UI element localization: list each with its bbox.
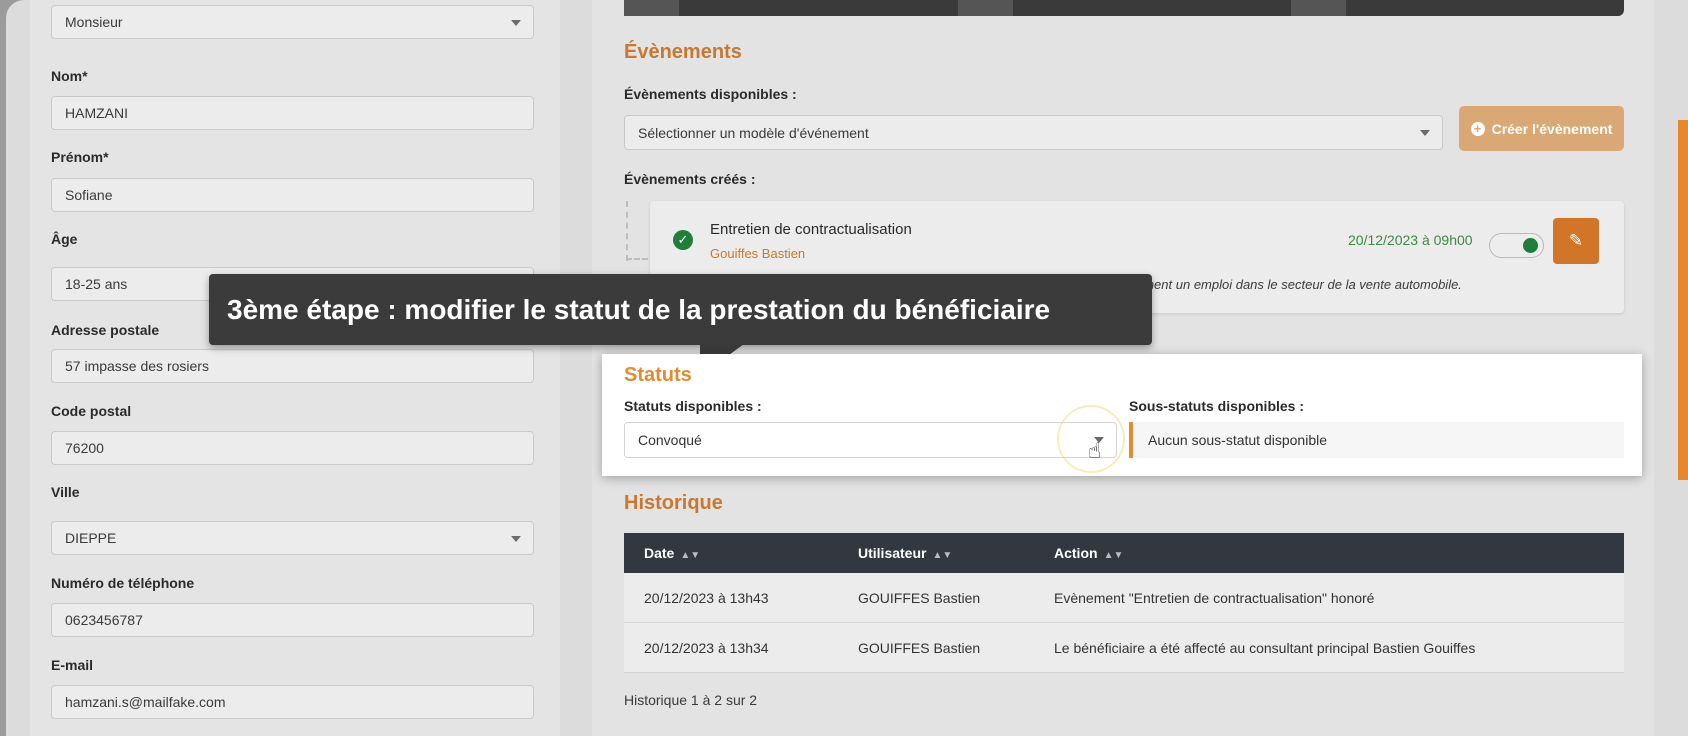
status-selected-value: Convoqué (638, 432, 702, 448)
tab-icon-2[interactable] (958, 0, 1013, 16)
create-event-label: Créer l'évènement (1491, 120, 1613, 137)
phone-value: 0623456787 (65, 612, 143, 628)
event-datetime: 20/12/2023 à 09h00 (1348, 232, 1473, 248)
age-value: 18-25 ans (65, 276, 128, 292)
phone-label: Numéro de téléphone (51, 575, 195, 591)
chevron-down-icon (1420, 130, 1430, 136)
prenom-field[interactable]: Sofiane (51, 178, 534, 212)
civility-value: Monsieur (65, 14, 123, 30)
sort-icon: ▲▼ (680, 550, 701, 561)
email-field[interactable]: hamzani.s@mailfake.com (51, 685, 534, 719)
history-title: Historique (624, 492, 723, 514)
statuts-title: Statuts (624, 364, 692, 386)
sub-status-box: Aucun sous-statut disponible (1129, 422, 1624, 458)
age-label: Âge (51, 231, 78, 247)
event-template-placeholder: Sélectionner un modèle d'événement (638, 124, 869, 141)
cell-action: Le bénéficiaire a été affecté au consult… (1054, 640, 1476, 656)
event-title: Entretien de contractualisation (710, 221, 912, 238)
nom-value: HAMZANI (65, 105, 128, 121)
chevron-down-icon (511, 20, 521, 26)
email-label: E-mail (51, 657, 94, 673)
email-value: hamzani.s@mailfake.com (65, 694, 226, 710)
postal-code-label: Code postal (51, 403, 132, 419)
cell-date: 20/12/2023 à 13h43 (644, 590, 769, 606)
sort-icon: ▲▼ (932, 550, 953, 561)
event-description: ement un emploi dans le secteur de la ve… (1136, 277, 1462, 292)
toggle-knob (1523, 238, 1538, 253)
create-event-button[interactable]: + Créer l'évènement (1459, 106, 1624, 151)
address-value: 57 impasse des rosiers (65, 358, 209, 374)
column-date[interactable]: Date ▲▼ (644, 545, 700, 561)
prenom-label: Prénom* (51, 149, 109, 165)
table-row: 20/12/2023 à 13h43 GOUIFFES Bastien Evèn… (624, 573, 1624, 623)
tab-icon-1[interactable] (624, 0, 679, 16)
events-title: Évènements (624, 41, 742, 63)
tooltip-text: 3ème étape : modifier le statut de la pr… (227, 293, 1051, 325)
edit-event-button[interactable]: ✎ (1553, 218, 1599, 264)
statuts-available-label: Statuts disponibles : (624, 398, 762, 414)
prenom-value: Sofiane (65, 187, 113, 203)
events-created-label: Évènements créés : (624, 171, 756, 187)
check-circle-icon: ✓ (673, 230, 693, 250)
cell-date: 20/12/2023 à 13h34 (644, 640, 769, 656)
table-row: 20/12/2023 à 13h34 GOUIFFES Bastien Le b… (624, 623, 1624, 673)
column-user[interactable]: Utilisateur ▲▼ (858, 545, 952, 561)
history-table-header: Date ▲▼ Utilisateur ▲▼ Action ▲▼ (624, 533, 1624, 573)
city-label: Ville (51, 484, 80, 500)
postal-code-value: 76200 (65, 440, 104, 456)
civility-select[interactable]: Monsieur (51, 5, 534, 39)
cell-action: Evènement "Entretien de contractualisati… (1054, 590, 1375, 606)
sub-status-value: Aucun sous-statut disponible (1148, 432, 1327, 448)
address-label: Adresse postale (51, 322, 160, 338)
cell-user: GOUIFFES Bastien (858, 590, 981, 606)
nom-label: Nom* (51, 68, 88, 84)
sort-icon: ▲▼ (1103, 550, 1124, 561)
column-action[interactable]: Action ▲▼ (1054, 545, 1123, 561)
timeline-connector (626, 258, 648, 260)
tab-icon-3[interactable] (1291, 0, 1346, 16)
tutorial-tooltip: 3ème étape : modifier le statut de la pr… (209, 274, 1152, 345)
history-pagination-info: Historique 1 à 2 sur 2 (624, 692, 758, 708)
event-template-select[interactable]: Sélectionner un modèle d'événement (624, 115, 1443, 150)
events-available-label: Évènements disponibles : (624, 86, 797, 102)
nom-field[interactable]: HAMZANI (51, 96, 534, 130)
hand-cursor-icon: ☝ (1088, 438, 1102, 463)
sub-status-label: Sous-statuts disponibles : (1129, 398, 1305, 414)
column-date-label: Date (644, 545, 675, 561)
chevron-down-icon (511, 536, 521, 542)
event-honored-toggle[interactable] (1489, 233, 1544, 258)
postal-code-field[interactable]: 76200 (51, 431, 534, 465)
status-select[interactable]: Convoqué (624, 422, 1117, 458)
pencil-icon: ✎ (1568, 231, 1584, 250)
column-action-label: Action (1054, 545, 1098, 561)
address-field[interactable]: 57 impasse des rosiers (51, 349, 534, 383)
timeline-line (626, 201, 628, 261)
column-user-label: Utilisateur (858, 545, 927, 561)
city-value: DIEPPE (65, 530, 117, 546)
event-author: Gouiffes Bastien (710, 246, 806, 261)
phone-field[interactable]: 0623456787 (51, 603, 534, 637)
cell-user: GOUIFFES Bastien (858, 640, 981, 656)
scrollbar-accent[interactable] (1678, 120, 1688, 480)
city-select[interactable]: DIEPPE (51, 521, 534, 555)
plus-circle-icon: + (1470, 121, 1485, 136)
tab-bar[interactable] (624, 0, 1624, 16)
